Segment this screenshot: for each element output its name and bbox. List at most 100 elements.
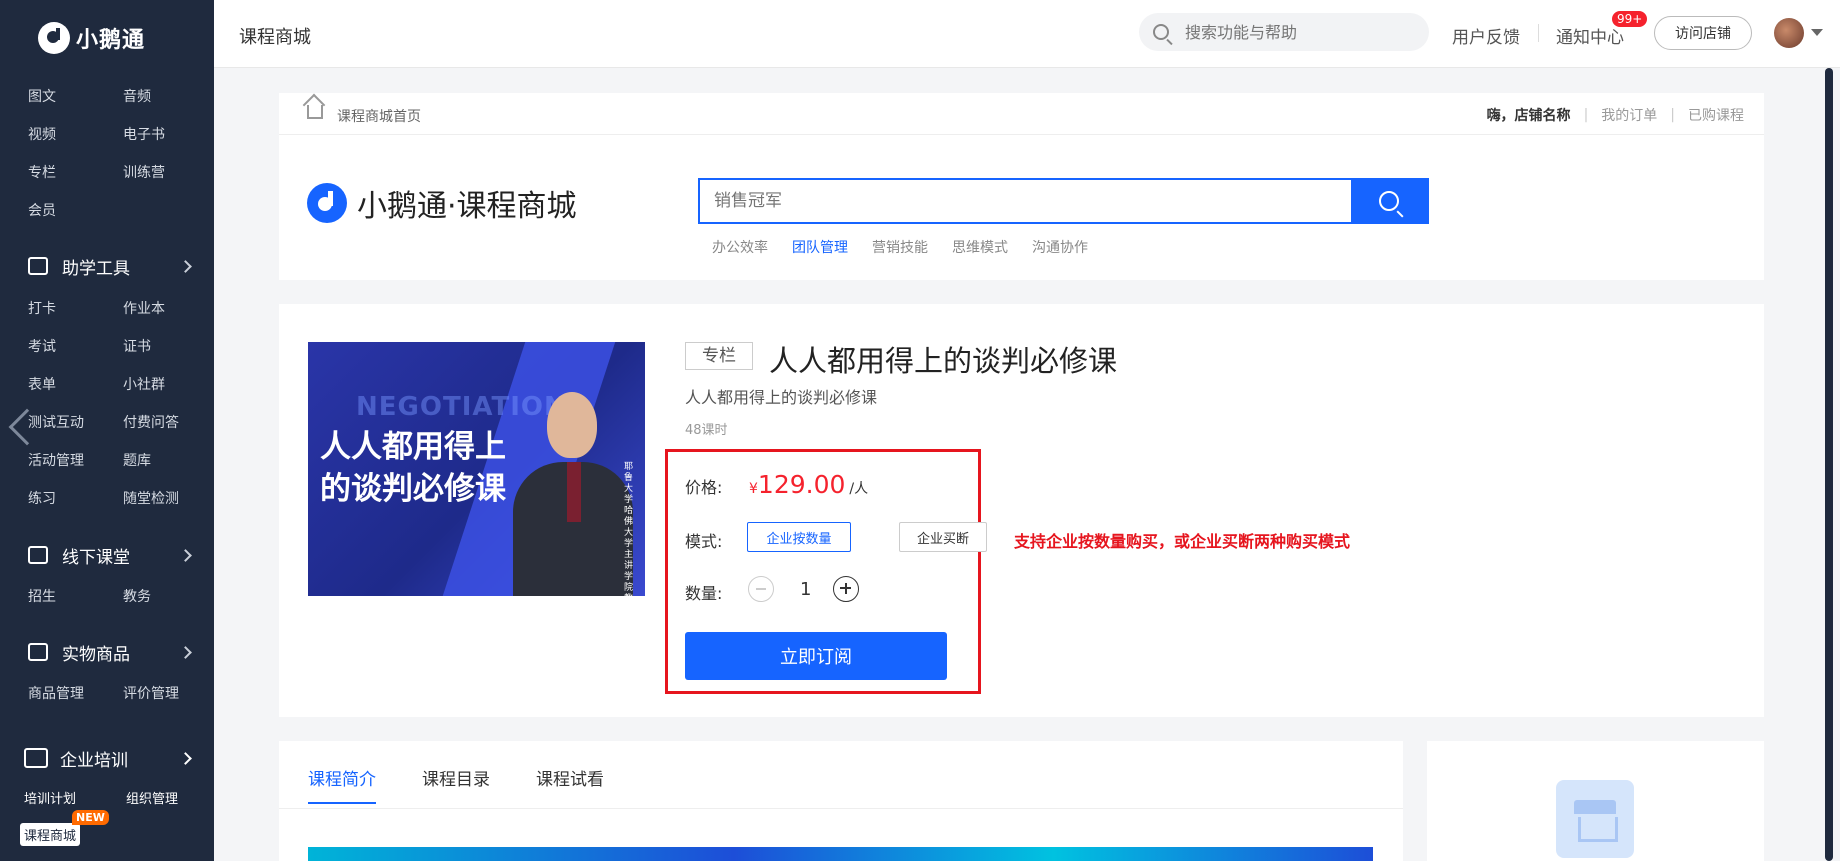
link-separator: | bbox=[1583, 107, 1589, 123]
currency-symbol: ¥ bbox=[749, 481, 758, 497]
mall-search-button[interactable] bbox=[1351, 180, 1427, 222]
sidebar-group-label: 实物商品 bbox=[62, 644, 130, 665]
hot-word[interactable]: 沟通协作 bbox=[1032, 237, 1088, 257]
user-feedback-link[interactable]: 用户反馈 bbox=[1452, 23, 1520, 48]
avatar[interactable] bbox=[1774, 18, 1804, 48]
sidebar-group-enterprise-training[interactable]: 企业培训 bbox=[24, 741, 192, 775]
annotation-text: 支持企业按数量购买，或企业买断两种购买模式 bbox=[1014, 532, 1351, 551]
breadcrumb[interactable]: 课程商城首页 bbox=[337, 106, 421, 126]
my-orders-link[interactable]: 我的订单 bbox=[1601, 105, 1657, 125]
brand-name-text: 小鹅通 bbox=[357, 189, 447, 224]
global-search-input[interactable] bbox=[1185, 22, 1415, 42]
price-label: 价格: bbox=[685, 478, 723, 497]
price: ¥129.00/人 bbox=[749, 470, 868, 499]
course-tabs: 课程简介 课程目录 课程试看 bbox=[308, 765, 604, 804]
sidebar-item-certificate[interactable]: 证书 bbox=[123, 328, 214, 366]
hot-word[interactable]: 办公效率 bbox=[712, 237, 768, 257]
sidebar-item-practice[interactable]: 练习 bbox=[28, 480, 123, 518]
notification-center-link[interactable]: 通知中心 bbox=[1556, 23, 1624, 48]
visit-store-button[interactable]: 访问店铺 bbox=[1654, 16, 1752, 50]
search-icon bbox=[1379, 191, 1399, 211]
sidebar-item-exam[interactable]: 考试 bbox=[28, 328, 123, 366]
scrollbar[interactable] bbox=[1825, 68, 1833, 861]
sidebar-item-column[interactable]: 专栏 bbox=[28, 154, 123, 192]
quantity-label: 数量: bbox=[685, 584, 723, 603]
hot-word-active[interactable]: 团队管理 bbox=[792, 237, 848, 257]
sidebar-offline-class-items: 招生 教务 bbox=[28, 578, 214, 616]
sidebar-item-enroll[interactable]: 招生 bbox=[28, 578, 123, 616]
sidebar-item-academic[interactable]: 教务 bbox=[123, 578, 214, 616]
brand-name: 小鹅通·课程商城 bbox=[357, 181, 577, 225]
sidebar-item-class-test[interactable]: 随堂检测 bbox=[123, 480, 214, 518]
hot-search-words: 办公效率 团队管理 营销技能 思维模式 沟通协作 bbox=[712, 237, 1088, 257]
header-divider bbox=[1538, 24, 1539, 42]
chevron-right-icon bbox=[179, 751, 192, 765]
sidebar-item-form[interactable]: 表单 bbox=[28, 366, 123, 404]
classroom-icon bbox=[28, 546, 48, 564]
mode-label: 模式: bbox=[685, 532, 723, 551]
sidebar-physical-goods-items: 商品管理 评价管理 bbox=[28, 675, 214, 713]
quantity-increase-button[interactable] bbox=[833, 576, 859, 602]
tab-course-intro[interactable]: 课程简介 bbox=[308, 765, 376, 804]
sidebar-item-community[interactable]: 小社群 bbox=[123, 366, 214, 404]
sidebar-group-label: 企业培训 bbox=[60, 750, 128, 771]
tab-course-preview[interactable]: 课程试看 bbox=[536, 765, 604, 804]
search-icon bbox=[1153, 24, 1169, 40]
lesson-count: 48课时 bbox=[685, 423, 728, 438]
home-icon bbox=[307, 105, 323, 119]
mode-by-quantity-button[interactable]: 企业按数量 bbox=[747, 522, 851, 552]
sidebar-item-tuwen[interactable]: 图文 bbox=[28, 78, 123, 116]
price-unit: /人 bbox=[849, 481, 869, 497]
purchased-courses-link[interactable]: 已购课程 bbox=[1688, 105, 1744, 125]
tabs-divider bbox=[279, 808, 1403, 809]
sidebar-item-activity[interactable]: 活动管理 bbox=[28, 442, 123, 480]
sidebar-item-camp[interactable]: 训练营 bbox=[123, 154, 214, 192]
quantity-decrease-button[interactable] bbox=[748, 576, 774, 602]
sidebar-group-learning-tools[interactable]: 助学工具 bbox=[28, 249, 192, 283]
sidebar-item-audio[interactable]: 音频 bbox=[123, 78, 214, 116]
sidebar-item-video[interactable]: 视频 bbox=[28, 116, 123, 154]
logo-text: 小鹅通 bbox=[76, 28, 146, 53]
brand-suffix-text: ·课程商城 bbox=[447, 189, 577, 224]
course-cover-image: NEGOTIATION 人人都用得上的谈判必修课 耶鲁大学哈佛大学主讲学院教授 bbox=[308, 342, 645, 596]
course-intro-image bbox=[308, 847, 1373, 861]
sidebar-enterprise-training-items: 培训计划 组织管理 bbox=[24, 783, 214, 817]
store-icon bbox=[1556, 780, 1634, 858]
chevron-right-icon bbox=[179, 548, 192, 562]
logo[interactable]: 小鹅通 bbox=[38, 22, 145, 54]
hot-word[interactable]: 营销技能 bbox=[872, 237, 928, 257]
mall-search-input[interactable] bbox=[700, 180, 1351, 222]
mode-buyout-button[interactable]: 企业买断 bbox=[899, 522, 987, 552]
quantity-value[interactable]: 1 bbox=[800, 579, 811, 600]
sidebar-item-org-manage[interactable]: 组织管理 bbox=[126, 783, 214, 817]
tab-course-catalog[interactable]: 课程目录 bbox=[422, 765, 490, 804]
sidebar-item-review-manage[interactable]: 评价管理 bbox=[123, 675, 214, 713]
shop-greeting: 嗨，店铺名称 bbox=[1486, 108, 1571, 124]
product-subtitle: 人人都用得上的谈判必修课 bbox=[685, 388, 878, 407]
sidebar-item-ebook[interactable]: 电子书 bbox=[123, 116, 214, 154]
sidebar-item-goods-manage[interactable]: 商品管理 bbox=[28, 675, 123, 713]
sidebar-content-items: 图文 音频 视频 电子书 专栏 训练营 会员 bbox=[28, 78, 214, 230]
sidebar-group-physical-goods[interactable]: 实物商品 bbox=[28, 635, 192, 669]
shop-header: 课程商城首页 嗨，店铺名称 | 我的订单 | 已购课程 小鹅通·课程商城 办公效… bbox=[279, 93, 1764, 280]
sidebar-item-member[interactable]: 会员 bbox=[28, 192, 123, 230]
sidebar-item-checkin[interactable]: 打卡 bbox=[28, 290, 123, 328]
sidebar-item-question-bank[interactable]: 题库 bbox=[123, 442, 214, 480]
bag-icon bbox=[28, 643, 48, 661]
global-search[interactable] bbox=[1139, 13, 1429, 51]
sidebar-group-offline-class[interactable]: 线下课堂 bbox=[28, 538, 192, 572]
cover-title: 人人都用得上的谈判必修课 bbox=[320, 429, 506, 507]
sidebar-item-homework[interactable]: 作业本 bbox=[123, 290, 214, 328]
mall-brand[interactable]: 小鹅通·课程商城 bbox=[307, 181, 577, 225]
sidebar-learning-tools-items: 打卡 作业本 考试 证书 表单 小社群 测试互动 付费问答 活动管理 题库 练习… bbox=[28, 290, 214, 518]
toolbox-icon bbox=[28, 257, 48, 275]
sidebar-item-course-mall[interactable]: 课程商城 bbox=[20, 823, 81, 846]
sidebar-group-label: 线下课堂 bbox=[62, 547, 130, 568]
new-badge: NEW bbox=[72, 810, 109, 825]
sidebar-item-paid-qa[interactable]: 付费问答 bbox=[123, 404, 214, 442]
hot-word[interactable]: 思维模式 bbox=[952, 237, 1008, 257]
notification-badge: 99+ bbox=[1612, 11, 1648, 27]
chevron-down-icon[interactable] bbox=[1811, 29, 1823, 36]
subscribe-button[interactable]: 立即订阅 bbox=[685, 632, 947, 680]
shop-user-links: 嗨，店铺名称 | 我的订单 | 已购课程 bbox=[1487, 105, 1744, 125]
